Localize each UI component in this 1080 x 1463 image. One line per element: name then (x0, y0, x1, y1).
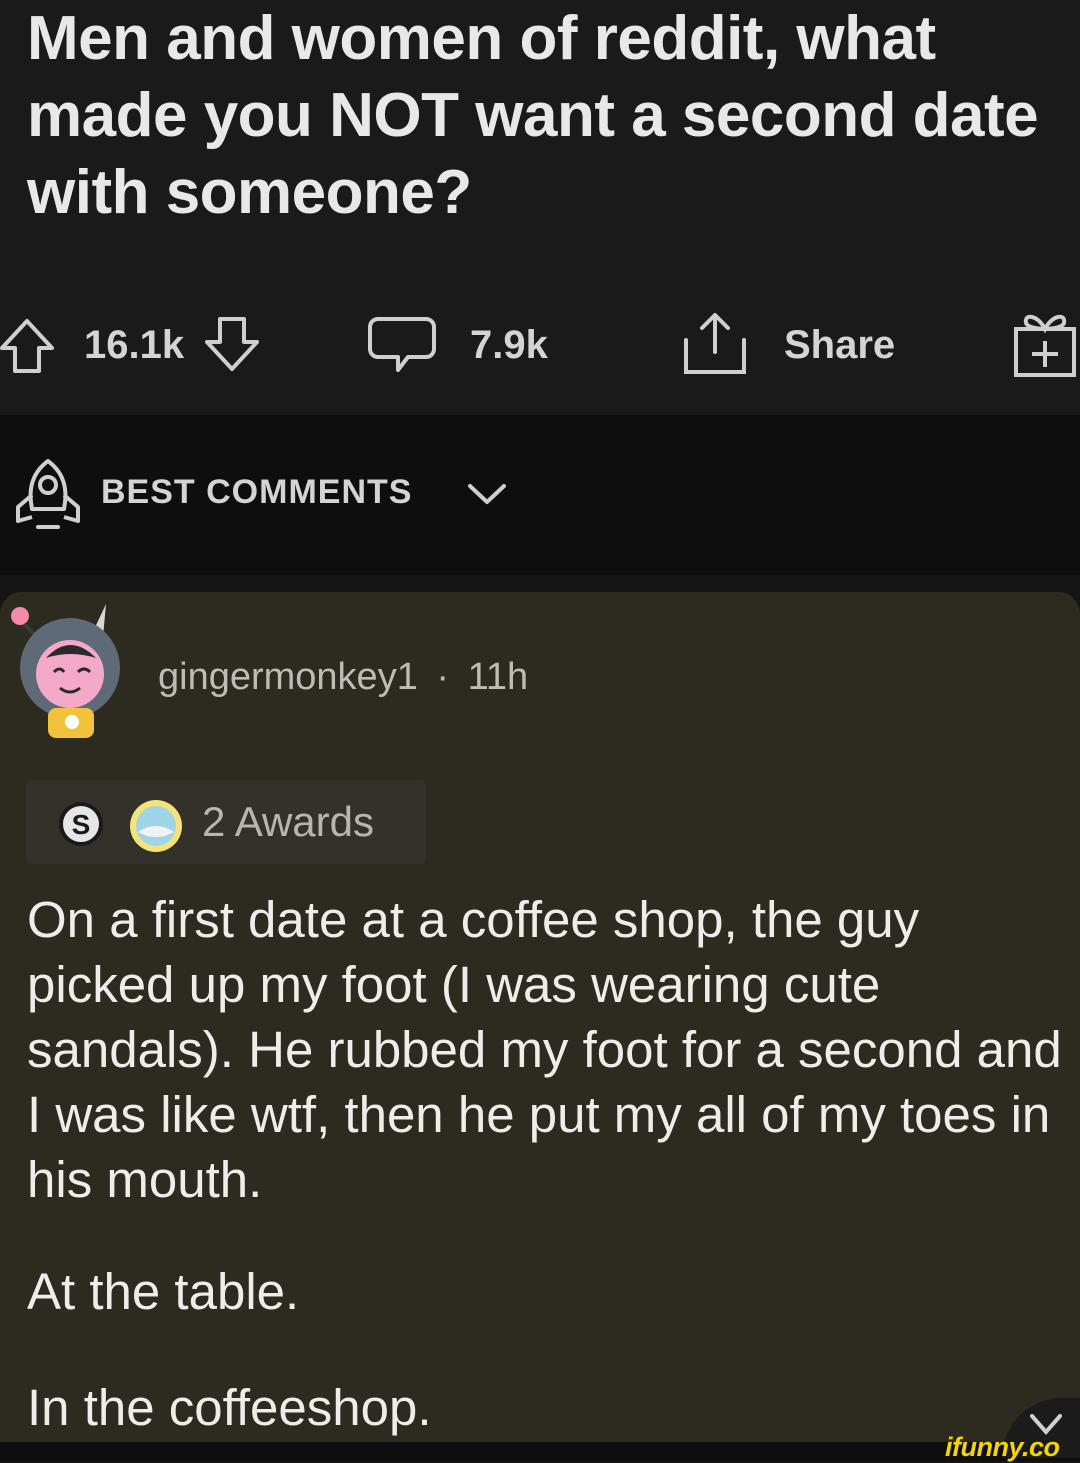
downvote-icon (205, 317, 259, 371)
award-button[interactable] (1012, 300, 1078, 390)
comments-button[interactable] (368, 300, 440, 390)
upvote-button[interactable] (0, 300, 80, 390)
share-icon (684, 313, 746, 374)
watermark: ifunny.co (945, 1432, 1060, 1462)
upvote-icon (0, 319, 54, 373)
post-title: Men and women of reddit, what made you N… (27, 4, 1039, 227)
bottom-strip (0, 1442, 1080, 1461)
post-header: Men and women of reddit, what made you N… (0, 0, 1080, 415)
rocket-icon (12, 455, 84, 535)
share-label[interactable]: Share (784, 300, 895, 390)
silver-award-icon: S (56, 800, 106, 848)
share-button[interactable] (680, 300, 750, 390)
comment-body-paragraph-3: In the coffeeshop. (27, 1379, 432, 1436)
downvote-button[interactable] (204, 300, 274, 390)
wholesome-award-icon (124, 796, 188, 856)
comment-body: On a first date at a coffee shop, the gu… (27, 891, 1062, 1208)
avatar[interactable] (6, 598, 136, 744)
award-gift-icon (1014, 314, 1076, 377)
awards-count: 2 Awards (202, 798, 374, 845)
comment-meta: gingermonkey1 · 11h (158, 656, 528, 699)
chevron-down-icon[interactable] (466, 478, 508, 508)
comment-age: 11h (467, 656, 529, 698)
sort-label[interactable]: BEST COMMENTS (101, 473, 412, 512)
meta-separator: · (436, 656, 450, 698)
vote-count: 16.1k (84, 322, 185, 367)
post-action-bar: 16.1k 7.9k Share (0, 300, 1080, 390)
comment-count: 7.9k (470, 322, 548, 367)
comment-icon (368, 317, 436, 372)
svg-text:S: S (72, 809, 91, 840)
username[interactable]: gingermonkey1 (158, 656, 418, 698)
comment-body-paragraph-2: At the table. (27, 1263, 300, 1320)
